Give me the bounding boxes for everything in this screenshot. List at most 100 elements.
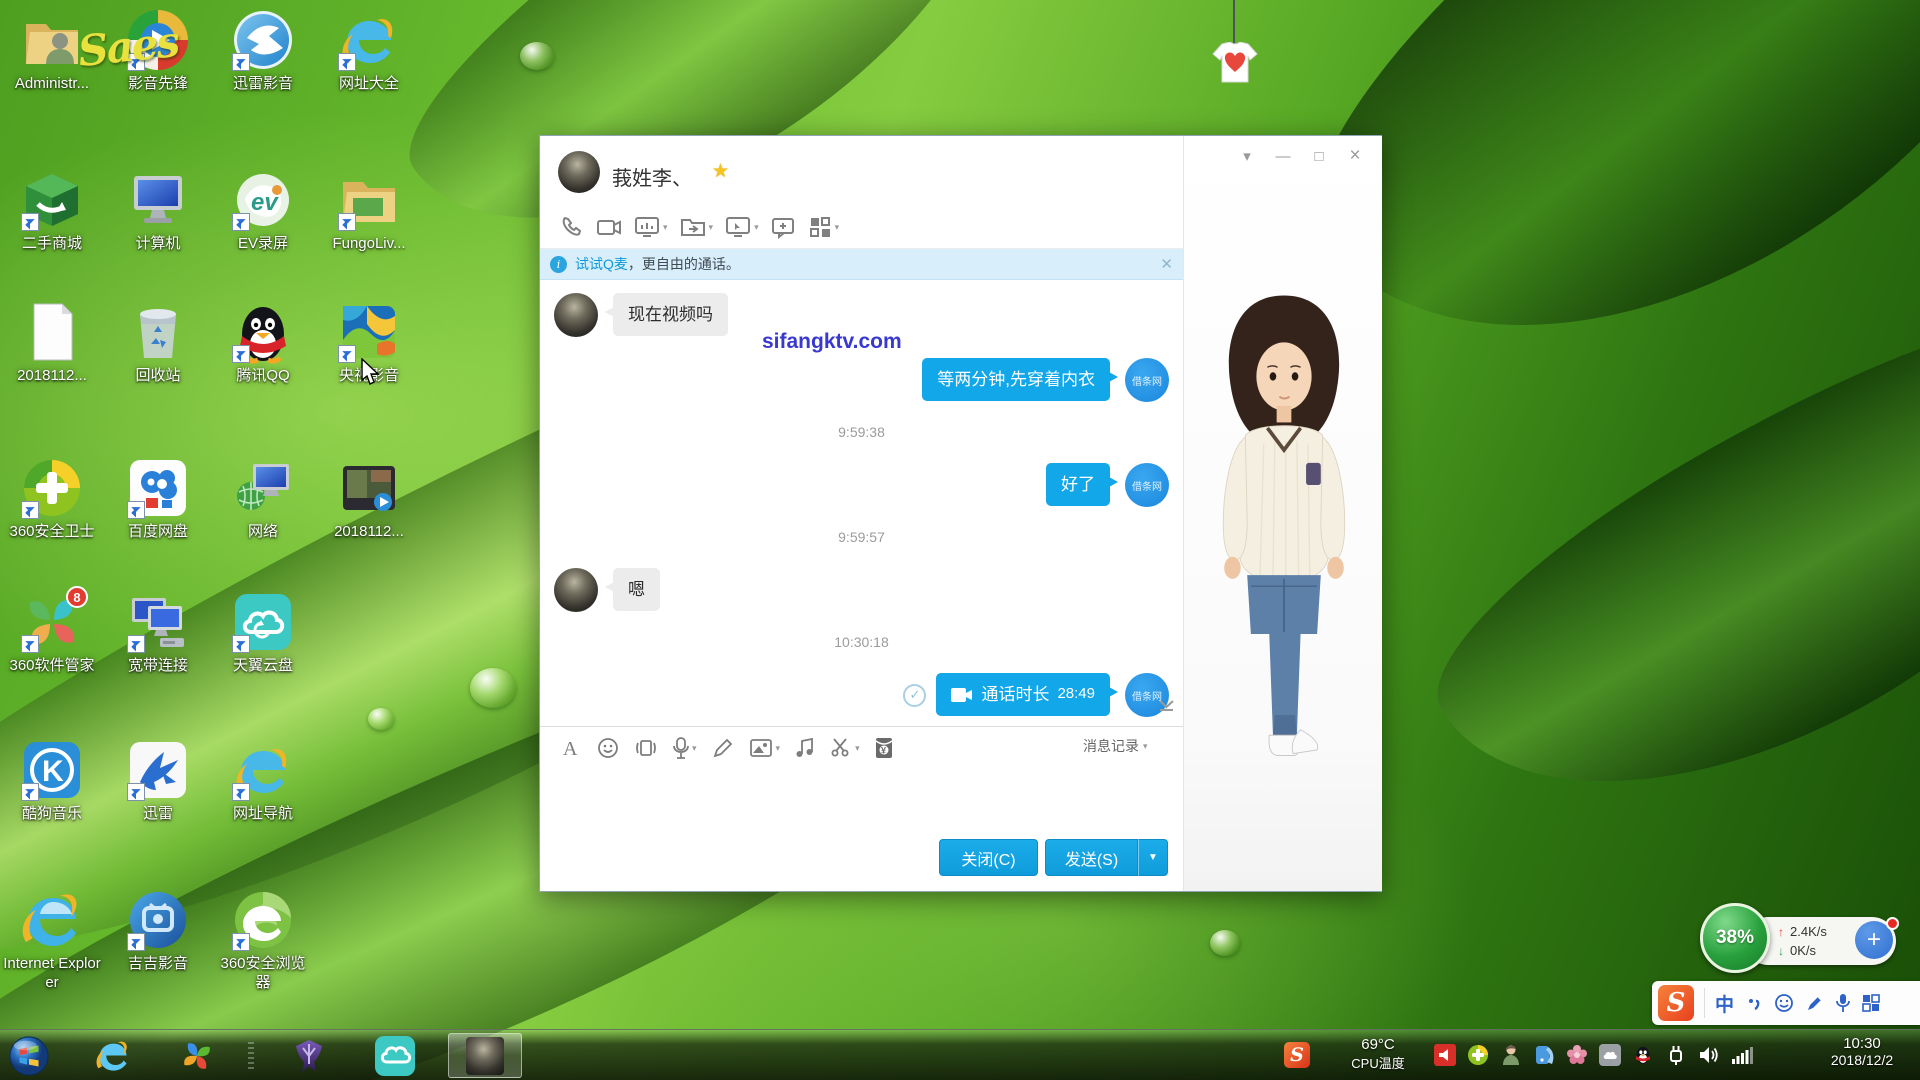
tray-cloud-gray-icon[interactable] xyxy=(1599,1044,1621,1066)
message-row: 等两分钟,先穿着内衣借条网 xyxy=(554,358,1169,402)
chevron-down-icon[interactable]: ▾ xyxy=(754,222,759,233)
send-options-dropdown[interactable]: ▼ xyxy=(1138,839,1168,876)
taskbar-ie-button[interactable] xyxy=(92,1035,134,1077)
voice-call-button[interactable] xyxy=(560,215,584,239)
desktop-icon-folder[interactable]: FungoLiv... xyxy=(319,168,419,254)
tray-power-plug-icon[interactable] xyxy=(1665,1044,1687,1066)
taskbar-media-player-button[interactable] xyxy=(288,1035,330,1077)
desktop-icon-browser360[interactable]: 360安全浏览器 xyxy=(213,888,313,993)
video-call-button[interactable] xyxy=(596,215,622,239)
tray-broadcast-icon[interactable] xyxy=(1434,1044,1456,1066)
desktop-icon-jiji[interactable]: 吉吉影音 xyxy=(108,888,208,974)
emoji-button[interactable] xyxy=(597,737,619,759)
chevron-down-icon[interactable]: ▾ xyxy=(776,743,781,754)
tray-phone-app-icon[interactable] xyxy=(1533,1044,1555,1066)
desktop-icon-ie[interactable]: 网址大全 xyxy=(319,8,419,94)
invite-chat-button[interactable] xyxy=(771,215,796,239)
voice-input-icon[interactable] xyxy=(1836,993,1850,1013)
close-icon[interactable]: × xyxy=(1341,144,1369,168)
punctuation-icon[interactable] xyxy=(1745,993,1763,1013)
taskbar-active-chat[interactable] xyxy=(448,1033,522,1078)
chevron-down-icon[interactable]: ▾ xyxy=(835,222,840,233)
apps-grid-button[interactable]: ▾ xyxy=(808,215,840,239)
message-history-button[interactable]: 消息记录 ▾ xyxy=(1083,736,1148,756)
sogou-tray-icon[interactable]: S xyxy=(1284,1042,1310,1068)
chinese-mode-toggle[interactable]: 中 xyxy=(1715,990,1734,1017)
tray-signal-icon[interactable] xyxy=(1731,1044,1753,1066)
desktop-icon-computer[interactable]: 计算机 xyxy=(108,168,208,254)
send-file-button[interactable]: ▾ xyxy=(680,215,714,239)
message-input[interactable] xyxy=(540,768,1183,838)
screenshot-button[interactable]: ▾ xyxy=(830,737,860,759)
peer-avatar[interactable] xyxy=(554,568,598,612)
notification-link[interactable]: 试试Q麦 xyxy=(575,254,628,274)
desktop-icon-ie[interactable]: 网址导航 xyxy=(213,738,313,824)
taskbar-cloud-drive-button[interactable] xyxy=(374,1035,416,1077)
peer-avatar[interactable] xyxy=(554,293,598,337)
desktop-icon-broadband[interactable]: 宽带连接 xyxy=(108,590,208,676)
desktop-icon-ie-big[interactable]: Internet Explorer xyxy=(2,888,102,993)
desktop-icon-label: 计算机 xyxy=(108,235,208,254)
chevron-down-icon[interactable]: ▾ xyxy=(692,743,697,754)
desktop-icon-recycle-bin[interactable]: 回收站 xyxy=(108,300,208,386)
desktop-icon-kugou[interactable]: K酷狗音乐 xyxy=(2,738,102,824)
desktop-icon-video-file[interactable]: 2018112... xyxy=(319,456,419,542)
emoji-input-icon[interactable] xyxy=(1774,993,1794,1013)
shirt-widget[interactable] xyxy=(1206,0,1266,86)
chevron-down-icon[interactable]: ▾ xyxy=(663,222,668,233)
sogou-logo-icon[interactable]: S xyxy=(1658,985,1694,1021)
toolbar-handle[interactable] xyxy=(248,1042,254,1070)
chevron-down-icon[interactable]: ▾ xyxy=(709,222,714,233)
chat-titlebar[interactable]: 莪姓李、 ★ xyxy=(540,136,1183,208)
tray-volume-icon[interactable] xyxy=(1698,1044,1720,1066)
tray-ball360-icon[interactable] xyxy=(1467,1044,1489,1066)
voice-message-button[interactable]: ▾ xyxy=(673,737,697,759)
desktop-icon-green-mall[interactable]: 二手商城 xyxy=(2,168,102,254)
minimize-icon[interactable]: — xyxy=(1269,144,1297,168)
red-packet-button[interactable]: ¥ xyxy=(875,737,893,759)
handwrite-input-icon[interactable] xyxy=(1805,993,1825,1013)
remote-desktop-button[interactable]: ▾ xyxy=(725,215,759,239)
call-record-bubble[interactable]: 通话时长28:49 xyxy=(936,673,1110,716)
desktop-icon-ev-record[interactable]: evEV录屏 xyxy=(213,168,313,254)
desktop-icon-xunlei[interactable]: 迅雷 xyxy=(108,738,208,824)
taskbar-start-button[interactable] xyxy=(8,1035,50,1077)
peer-avatar[interactable] xyxy=(558,151,600,193)
taskbar-sogou-pinwheel-button[interactable] xyxy=(176,1035,218,1077)
desktop-icon-safe360[interactable]: 360安全卫士 xyxy=(2,456,102,542)
shortcut-arrow-icon xyxy=(232,783,250,801)
close-button[interactable]: 关闭(C) xyxy=(939,839,1038,876)
tray-assistant-icon[interactable] xyxy=(1500,1044,1522,1066)
image-button[interactable]: ▾ xyxy=(749,737,781,759)
screen-record-button[interactable]: ▾ xyxy=(634,215,668,239)
keyboard-grid-icon[interactable] xyxy=(1861,993,1881,1013)
cpu-temp-widget[interactable]: 69°C CPU温度 xyxy=(1330,1036,1426,1072)
tray-qq-tray-icon[interactable] xyxy=(1632,1044,1654,1066)
self-avatar[interactable]: 借条网 xyxy=(1125,463,1169,507)
skin-menu-icon[interactable]: ▾ xyxy=(1233,144,1261,168)
xunlei-icon xyxy=(126,738,190,802)
handwrite-button[interactable] xyxy=(712,737,734,759)
send-button[interactable]: 发送(S) xyxy=(1045,839,1138,876)
tray-flower-app-icon[interactable] xyxy=(1566,1044,1588,1066)
music-button[interactable] xyxy=(795,737,815,759)
memory-ball[interactable]: 38% xyxy=(1700,903,1770,973)
taskbar-clock[interactable]: 10:30 2018/12/2 xyxy=(1808,1035,1916,1068)
recycle-bin-icon xyxy=(126,300,190,364)
desktop-icon-xunlei-player[interactable]: 迅雷影音 xyxy=(213,8,313,94)
desktop-icon-tianyi-cloud[interactable]: 天翼云盘 xyxy=(213,590,313,676)
desktop-icon-manager360[interactable]: 8360软件管家 xyxy=(2,590,102,676)
desktop-icon-network[interactable]: 网络 xyxy=(213,456,313,542)
maximize-icon[interactable]: □ xyxy=(1305,144,1333,168)
desktop-icon-baidu-pan[interactable]: 百度网盘 xyxy=(108,456,208,542)
window-shake-button[interactable] xyxy=(634,737,658,759)
notification-close-icon[interactable]: ✕ xyxy=(1160,255,1173,273)
desktop-icon-document[interactable]: 2018112... xyxy=(2,300,102,386)
font-button[interactable]: A xyxy=(560,737,582,759)
self-avatar[interactable]: 借条网 xyxy=(1125,358,1169,402)
desktop-icon-qq[interactable]: 腾讯QQ xyxy=(213,300,313,386)
chevron-down-icon[interactable]: ▾ xyxy=(855,743,860,754)
desktop-icon-label: 网址导航 xyxy=(213,805,313,824)
scroll-to-bottom-icon[interactable] xyxy=(1158,699,1175,714)
qq-show-avatar-girl[interactable] xyxy=(1192,281,1376,781)
